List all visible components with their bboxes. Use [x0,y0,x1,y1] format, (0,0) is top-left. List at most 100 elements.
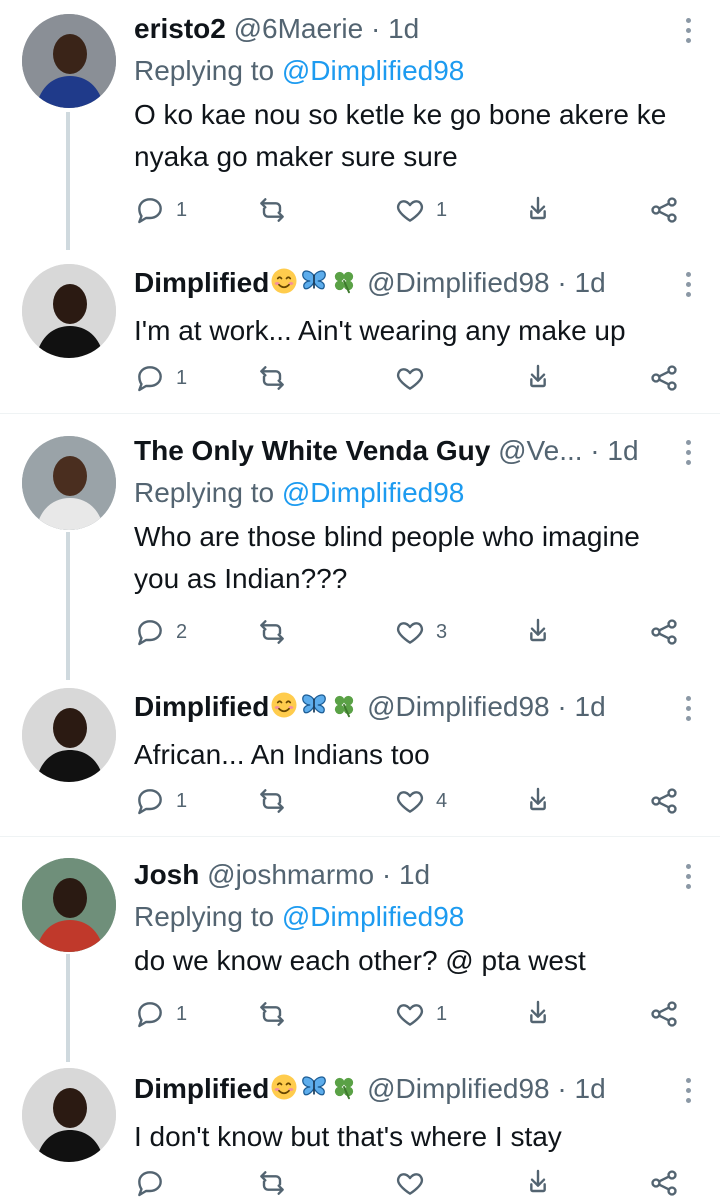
reply-button[interactable]: 1 [134,783,187,819]
bookmark-button[interactable] [522,783,554,819]
thread-connector-line [66,112,70,250]
smiling-face-emoji [269,1072,299,1110]
like-button[interactable]: 1 [394,996,447,1032]
thread-connector-line [66,954,70,1062]
share-button[interactable] [648,1165,680,1201]
bookmark-button[interactable] [522,192,554,228]
tweet-text: do we know each other? @ pta west [134,945,586,976]
bookmark-button[interactable] [522,1165,554,1201]
smiling-face-emoji [269,266,299,304]
retweet-button[interactable] [256,783,298,819]
share-button[interactable] [648,614,680,650]
separator-dot: · [549,691,575,722]
tweet-text: African... An Indians too [134,739,430,770]
smiling-face-emoji [271,1074,297,1100]
reply-button[interactable]: 1 [134,360,187,396]
timestamp[interactable]: 1d [575,1073,606,1104]
user-handle[interactable]: @Dimplified98 [367,691,550,722]
more-options-icon[interactable] [686,18,694,48]
replie-count: 1 [176,366,188,389]
reply-mention-link[interactable]: @Dimplified98 [282,477,465,508]
avatar[interactable] [22,264,116,358]
reply-button[interactable]: 1 [134,192,187,228]
reply-button[interactable]: 1 [134,996,187,1032]
like-icon [396,368,424,390]
profile-photo [22,1068,116,1162]
display-name[interactable]: Dimplified [134,1073,269,1104]
timestamp[interactable]: 1d [575,691,606,722]
like-icon [396,200,424,222]
retweet-button[interactable] [256,360,298,396]
bookmark-button[interactable] [522,996,554,1032]
display-name[interactable]: Josh [134,859,199,890]
more-options-icon[interactable] [686,696,694,726]
butterfly-emoji [302,694,327,714]
replie-count: 1 [176,789,188,812]
display-name[interactable]: Dimplified [134,267,269,298]
more-options-icon[interactable] [686,440,694,470]
separator-dot: · [549,1073,575,1104]
tweet-content: eristo2 @6Maerie · 1d Replying to @Dimpli… [134,12,668,178]
separator-dot: · [582,435,608,466]
display-name[interactable]: Dimplified [134,691,269,722]
share-button[interactable] [648,192,680,228]
like-button[interactable] [394,360,436,396]
bookmark-button[interactable] [522,614,554,650]
share-button[interactable] [648,783,680,819]
user-handle[interactable]: @Dimplified98 [367,1073,550,1104]
like-button[interactable]: 1 [394,192,447,228]
timestamp[interactable]: 1d [607,435,638,466]
like-count: 3 [436,620,448,643]
timestamp[interactable]: 1d [575,267,606,298]
avatar[interactable] [22,436,116,530]
retweet-button[interactable] [256,1165,298,1201]
share-icon [651,365,677,391]
timestamp[interactable]: 1d [388,13,419,44]
bookmark-icon [530,196,546,220]
reply-mention-link[interactable]: @Dimplified98 [282,901,465,932]
like-button[interactable]: 4 [394,783,447,819]
reply-mention-link[interactable]: @Dimplified98 [282,55,465,86]
bookmark-button[interactable] [522,360,554,396]
display-name[interactable]: The Only White Venda Guy [134,435,490,466]
avatar[interactable] [22,14,116,108]
avatar[interactable] [22,688,116,782]
tweet-header: Dimplified @Dimplified98 · 1d [134,1072,668,1110]
user-handle[interactable]: @joshmarmo [207,859,374,890]
more-options-icon[interactable] [686,864,694,894]
butterfly-emoji [299,266,329,304]
four-leaf-clover-emoji [329,266,359,304]
share-button[interactable] [648,360,680,396]
replying-to-line: Replying to @Dimplified98 [134,54,668,88]
more-options-icon[interactable] [686,1078,694,1108]
avatar[interactable] [22,1068,116,1162]
profile-photo [22,264,116,358]
reply-thread-feed: eristo2 @6Maerie · 1d Replying to @Dimpli… [0,0,720,1203]
user-handle[interactable]: @6Maerie [234,13,364,44]
user-handle[interactable]: @Ve... [498,435,582,466]
tweet-text: I don't know but that's where I stay [134,1121,562,1152]
retweet-icon [260,366,284,390]
timestamp[interactable]: 1d [399,859,430,890]
display-name[interactable]: eristo2 [134,13,226,44]
more-options-icon[interactable] [686,272,694,302]
avatar[interactable] [22,858,116,952]
smiling-face-emoji [271,692,297,718]
retweet-button[interactable] [256,192,298,228]
butterfly-emoji [299,1072,329,1110]
reply-button[interactable]: 2 [134,614,187,650]
replie-count: 1 [176,1002,188,1025]
four-leaf-clover-emoji [335,1077,354,1100]
replie-count: 1 [176,198,188,221]
reply-button[interactable] [134,1165,176,1201]
share-button[interactable] [648,996,680,1032]
retweet-button[interactable] [256,996,298,1032]
like-button[interactable] [394,1165,436,1201]
like-button[interactable]: 3 [394,614,447,650]
replying-to-line: Replying to @Dimplified98 [134,476,668,510]
retweet-button[interactable] [256,614,298,650]
separator-dot: · [374,859,399,890]
tweet-content: Dimplified @Dimplified98 · 1d African... … [134,690,668,776]
user-handle[interactable]: @Dimplified98 [367,267,550,298]
replying-to-label: Replying to [134,477,275,508]
